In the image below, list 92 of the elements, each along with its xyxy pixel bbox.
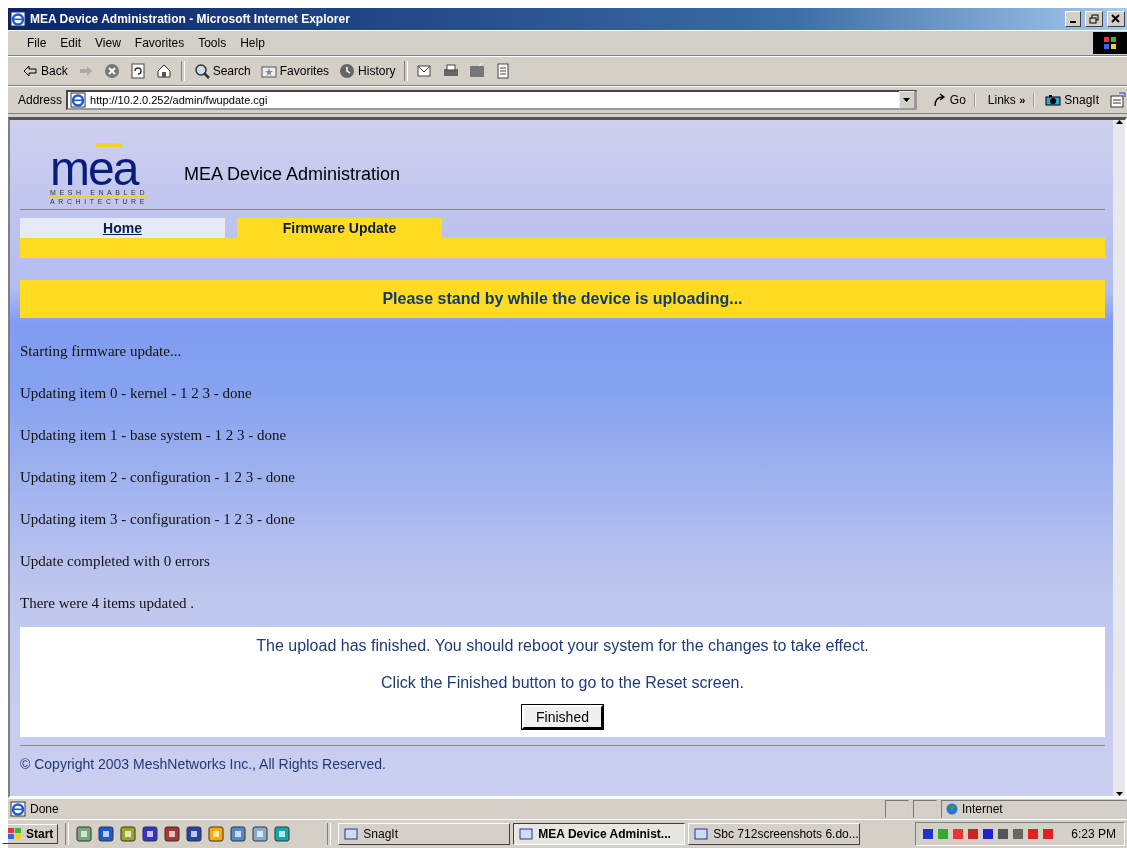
app-icon[interactable] [208, 826, 225, 842]
close-button[interactable] [1107, 11, 1125, 27]
app-icon[interactable] [164, 826, 181, 842]
app-icon[interactable] [252, 826, 269, 842]
forward-arrow-icon [77, 63, 94, 79]
search-icon [193, 63, 210, 79]
window-icon [344, 827, 359, 841]
menu-item[interactable]: View [88, 34, 128, 52]
status-text: Done [30, 802, 60, 816]
tray-icon[interactable] [922, 827, 935, 841]
minimize-button[interactable] [1065, 11, 1081, 27]
go-button[interactable]: Go [924, 93, 976, 107]
links-button[interactable]: Links [987, 93, 1016, 107]
finished-button[interactable]: Finished [522, 705, 603, 729]
tray-icon[interactable] [1042, 827, 1055, 841]
edit-icon [469, 63, 486, 79]
status-panel [913, 800, 937, 818]
page-icon [70, 92, 87, 108]
back-button[interactable]: Back [18, 61, 72, 81]
menu-item[interactable]: Favorites [127, 34, 192, 52]
windows-flag-icon [7, 827, 23, 841]
log-line: Updating item 3 - configuration - 1 2 3 - done [20, 510, 296, 529]
back-arrow-icon [22, 63, 38, 79]
window-title: MEA Device Administration - Microsoft Internet Explorer [30, 12, 351, 26]
app-icon[interactable] [120, 826, 137, 842]
minimize-icon [1070, 21, 1076, 23]
window-icon [519, 827, 534, 841]
taskbar-button[interactable]: MEA Device Administ... [513, 823, 686, 845]
start-button[interactable]: Start [2, 824, 59, 844]
globe-icon [946, 803, 958, 815]
address-label: Address [18, 93, 63, 107]
flag-icon [1102, 35, 1118, 51]
restore-icon [1089, 14, 1099, 24]
zone-text: Internet [962, 802, 1003, 816]
address-field[interactable]: http://10.2.0.252/admin/fwupdate.cgi [66, 90, 917, 110]
taskbar-button[interactable]: Sbc 712screenshots 6.do... [688, 823, 861, 845]
app-icon[interactable] [76, 826, 93, 842]
page-icon [10, 801, 26, 817]
nav-tab[interactable]: Home [20, 218, 225, 238]
page-icon [495, 63, 512, 79]
nav-tab[interactable]: Firmware Update [237, 218, 442, 238]
app-icon[interactable] [230, 826, 247, 842]
page-title: MEA Device Administration [184, 164, 401, 185]
copyright-text: © Copyright 2003 MeshNetworks Inc., All Rights Reserved. [20, 745, 1105, 772]
clock-text: 6:23 PM [1071, 827, 1116, 841]
tray-icon[interactable] [1012, 827, 1025, 841]
tray-icon[interactable] [982, 827, 995, 841]
favorites-button[interactable]: Favorites [256, 61, 334, 81]
stop-icon [103, 63, 120, 79]
window-icon [694, 827, 709, 841]
menu-item[interactable]: Tools [191, 34, 234, 52]
properties-icon[interactable] [1109, 92, 1127, 108]
app-icon[interactable] [274, 826, 291, 842]
search-button[interactable]: Search [189, 61, 255, 81]
status-banner: Please stand by while the device is uploading... [20, 280, 1105, 318]
menu-item[interactable]: File [20, 34, 54, 52]
notice-text: The upload has finished. You should reboot your system for the changes to take effect. [256, 637, 869, 655]
log-line: Updating item 2 - configuration - 1 2 3 - done [20, 468, 296, 487]
dropdown-arrow-icon[interactable] [903, 98, 911, 102]
close-icon [1111, 14, 1121, 24]
scroll-down-icon[interactable] [1115, 792, 1123, 796]
menu-item[interactable]: Edit [53, 34, 89, 52]
log-line: Starting firmware update... [20, 342, 183, 361]
more-button[interactable]: » [1019, 94, 1026, 106]
tray-icon[interactable] [967, 827, 980, 841]
log-line: Updating item 1 - base system - 1 2 3 - done [20, 426, 288, 445]
mail-icon [417, 63, 434, 79]
taskbar-button[interactable]: SnagIt [338, 823, 511, 845]
window-icon [10, 11, 26, 27]
app-icon[interactable] [142, 826, 159, 842]
restore-button[interactable] [1085, 11, 1103, 27]
history-button[interactable]: History [335, 61, 400, 81]
app-icon[interactable] [186, 826, 203, 842]
menu-item[interactable]: Help [233, 34, 272, 52]
tray-icon[interactable] [952, 827, 965, 841]
status-panel [885, 800, 909, 818]
notice-text: Click the Finished button to go to the Reset screen. [381, 674, 744, 692]
app-icon[interactable] [98, 826, 115, 842]
scrollbar[interactable] [1113, 120, 1125, 796]
log-line: Updating item 0 - kernel - 1 2 3 - done [20, 384, 253, 403]
home-icon [155, 63, 172, 79]
printer-icon [443, 63, 460, 79]
log-line: There were 4 items updated . [20, 594, 196, 613]
refresh-icon [129, 63, 146, 79]
go-arrow-icon [932, 93, 947, 107]
camera-icon [1045, 94, 1062, 106]
tray-icon[interactable] [1027, 827, 1040, 841]
clock-icon [339, 63, 356, 79]
snagit-button[interactable]: SnagIt [1039, 93, 1105, 107]
tray-icon[interactable] [997, 827, 1010, 841]
scroll-up-icon[interactable] [1115, 120, 1123, 124]
log-line: Update completed with 0 errors [20, 552, 211, 571]
